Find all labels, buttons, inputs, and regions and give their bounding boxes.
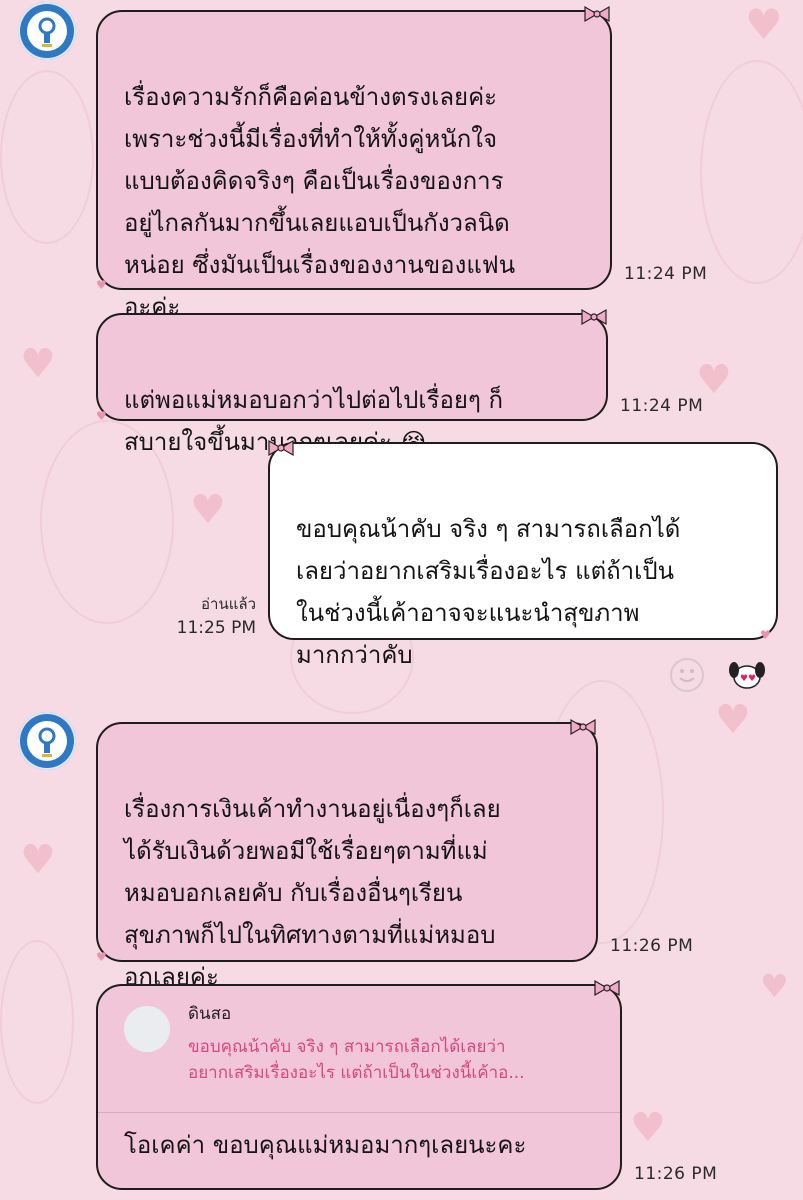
message-timestamp: 11:26 PM — [634, 1164, 718, 1184]
reply-message-bubble[interactable]: ดินสอ ขอบคุณน้าคับ จริง ๆ สามารถเลือกได้… — [96, 984, 622, 1190]
message-bubble[interactable]: เรื่องการเงินเค้าทำงานอยู่เนื่องๆก็เลย ไ… — [96, 722, 598, 991]
read-receipt: อ่านแล้ว 11:25 PM — [150, 592, 256, 638]
message-timestamp: 11:24 PM — [620, 396, 704, 416]
lightbulb-icon — [27, 721, 67, 761]
svg-text:♥: ♥ — [748, 674, 756, 684]
message-bubble[interactable]: ขอบคุณน้าคับ จริง ๆ สามารถเลือกได้ เลยว่… — [268, 442, 778, 669]
message-timestamp: 11:24 PM — [624, 264, 708, 284]
reply-quote-block[interactable]: ดินสอ ขอบคุณน้าคับ จริง ๆ สามารถเลือกได้… — [98, 986, 620, 1113]
pencil-avatar-icon — [134, 1048, 160, 1052]
heart-tail-icon: ♥ — [760, 628, 771, 642]
message-text: โอเคค่า ขอบคุณแม่หมอมากๆเลยนะคะ — [124, 1131, 527, 1159]
lightbulb-icon — [27, 11, 67, 51]
svg-text:♥: ♥ — [740, 674, 748, 684]
ribbon-bow-icon — [268, 439, 294, 457]
read-label: อ่านแล้ว — [201, 595, 256, 613]
heart-decoration-icon: ♥ — [715, 697, 751, 743]
message-timestamp: 11:26 PM — [610, 936, 694, 956]
heart-tail-icon: ♥ — [96, 278, 107, 292]
message-text: เรื่องการเงินเค้าทำงานอยู่เนื่องๆก็เลย ไ… — [124, 795, 501, 991]
contact-avatar[interactable] — [18, 712, 76, 770]
character-outline-decoration — [0, 70, 94, 244]
message-text: ขอบคุณน้าคับ จริง ๆ สามารถเลือกได้ เลยว่… — [296, 515, 681, 669]
message-text: เรื่องความรักก็คือค่อนข้างตรงเลยค่ะ เพรา… — [124, 83, 516, 321]
quoted-user-avatar — [124, 1006, 170, 1052]
quoted-user-name: ดินสอ — [188, 1004, 232, 1024]
heart-decoration-icon: ♥ — [190, 487, 226, 533]
message-timestamp: 11:25 PM — [176, 618, 256, 638]
ribbon-bow-icon — [570, 718, 596, 736]
heart-decoration-icon: ♥ — [20, 837, 56, 883]
heart-decoration-icon: ♥ — [630, 1105, 666, 1151]
character-outline-decoration — [700, 60, 803, 284]
character-outline-decoration — [0, 940, 74, 1104]
contact-avatar[interactable] — [18, 2, 76, 60]
heart-decoration-icon: ♥ — [696, 357, 732, 403]
ribbon-bow-icon — [594, 979, 620, 997]
heart-decoration-icon: ♥ — [760, 967, 789, 1005]
message-bubble[interactable]: เรื่องความรักก็คือค่อนข้างตรงเลยค่ะ เพรา… — [96, 10, 612, 321]
puppy-sticker-icon[interactable]: ♥ ♥ — [728, 660, 766, 690]
quoted-message-text: ขอบคุณน้าคับ จริง ๆ สามารถเลือกได้เลยว่า… — [188, 1037, 525, 1083]
smile-icon[interactable] — [670, 658, 704, 692]
heart-decoration-icon: ♥ — [20, 341, 56, 387]
message-bubble[interactable]: แต่พอแม่หมอบอกว่าไปต่อไปเรื่อยๆ ก็ สบายใ… — [96, 313, 608, 456]
ribbon-bow-icon — [584, 5, 610, 23]
ribbon-bow-icon — [581, 308, 607, 326]
heart-decoration-icon: ♥ — [745, 0, 783, 49]
heart-tail-icon: ♥ — [96, 950, 107, 964]
heart-tail-icon: ♥ — [96, 409, 107, 423]
